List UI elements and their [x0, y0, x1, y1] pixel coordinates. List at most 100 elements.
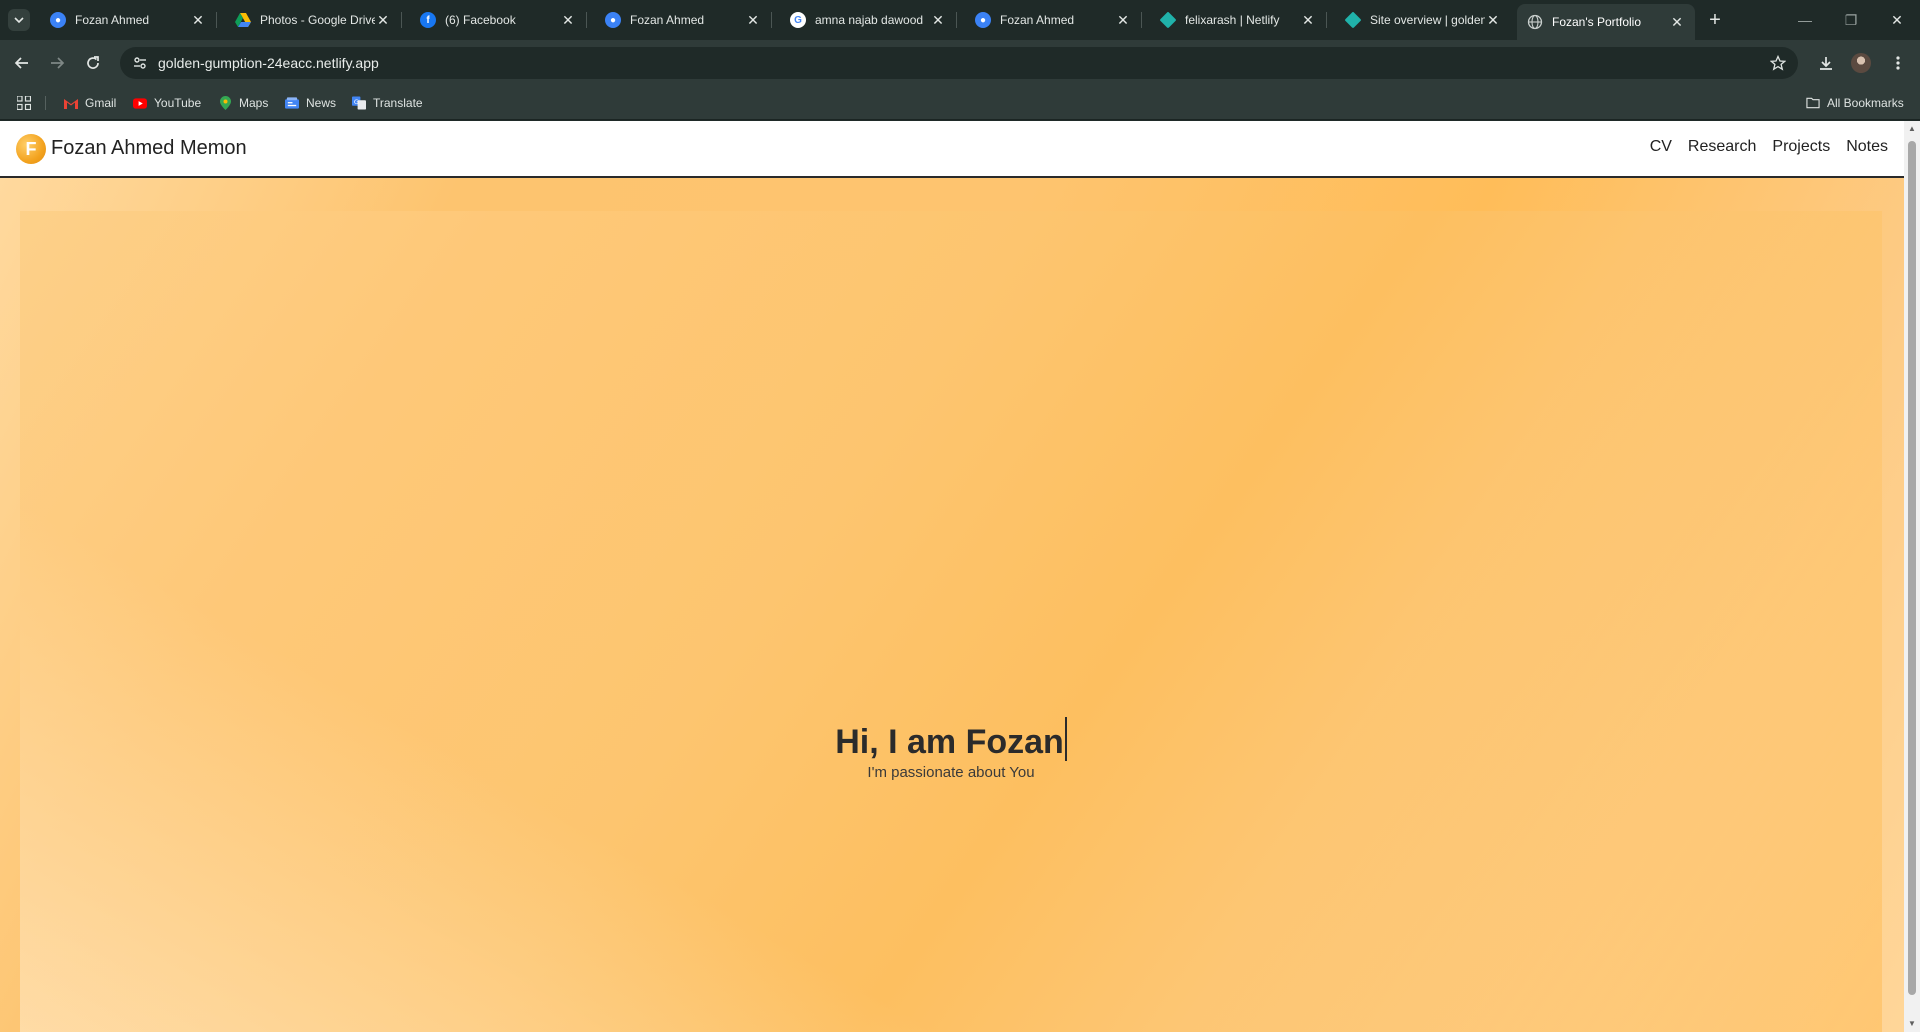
tab-title: Fozan Ahmed [75, 13, 150, 27]
tab[interactable]: Photos - Google Drive ✕ [225, 6, 402, 34]
tab-strip: ● Fozan Ahmed ✕ Photos - Google Drive ✕ … [0, 0, 1920, 40]
tab-active[interactable]: Fozan's Portfolio ✕ [1517, 4, 1695, 40]
close-icon[interactable]: ✕ [375, 12, 391, 28]
nav-link-cv[interactable]: CV [1650, 138, 1672, 156]
close-icon: ✕ [1891, 11, 1903, 28]
tab-title: Photos - Google Drive [260, 13, 375, 27]
translate-icon: G [352, 96, 366, 110]
tab-separator [1326, 12, 1327, 28]
close-icon[interactable]: ✕ [190, 12, 206, 28]
arrow-left-icon [14, 57, 28, 69]
bookmark-label: News [306, 96, 337, 110]
site-name[interactable]: Fozan Ahmed Memon [51, 137, 247, 160]
news-icon [285, 96, 299, 110]
tab-separator [401, 12, 402, 28]
close-icon[interactable]: ✕ [560, 12, 576, 28]
close-icon[interactable]: ✕ [1485, 12, 1501, 28]
minimize-button[interactable]: — [1782, 0, 1828, 40]
profile-icon: ● [605, 12, 621, 28]
back-button[interactable] [10, 51, 34, 75]
tab[interactable]: f (6) Facebook ✕ [410, 6, 587, 34]
new-tab-button[interactable]: + [1704, 9, 1726, 31]
close-icon[interactable]: ✕ [745, 12, 761, 28]
all-bookmarks-button[interactable]: All Bookmarks [1806, 94, 1904, 112]
url-text[interactable]: golden-gumption-24eacc.netlify.app [158, 55, 379, 71]
downloads-button[interactable] [1814, 51, 1838, 75]
tab[interactable]: Site overview | golden ✕ [1335, 6, 1511, 34]
tab-separator [1141, 12, 1142, 28]
tab[interactable]: ● Fozan Ahmed ✕ [595, 6, 772, 34]
arrow-right-icon [51, 57, 65, 69]
logo-letter: F [25, 138, 37, 159]
tab-title: amna najab dawood [815, 13, 924, 27]
bookmark-translate[interactable]: G Translate [352, 94, 423, 112]
hero-section: Hi, I am Fozan I'm passionate about You [20, 211, 1882, 1032]
scroll-up-icon[interactable]: ▲ [1907, 124, 1917, 134]
tab[interactable]: G amna najab dawood ✕ [780, 6, 957, 34]
svg-text:G: G [354, 98, 359, 106]
bookmarks-separator [45, 96, 46, 110]
tab-separator [216, 12, 217, 28]
avatar [1851, 53, 1871, 73]
more-vertical-icon [1896, 56, 1900, 70]
hero-title: Hi, I am Fozan [20, 717, 1882, 762]
all-bookmarks-label: All Bookmarks [1827, 96, 1904, 110]
bookmark-label: Maps [239, 96, 269, 110]
hero-title-text: Hi, I am Fozan [835, 723, 1064, 761]
scroll-down-icon[interactable]: ▼ [1907, 1019, 1917, 1029]
tab-separator [586, 12, 587, 28]
close-icon[interactable]: ✕ [1669, 14, 1685, 30]
folder-icon [1806, 96, 1820, 110]
site-header: F Fozan Ahmed Memon CV Research Projects… [0, 121, 1904, 178]
profile-button[interactable] [1849, 51, 1873, 75]
scrollbar-thumb[interactable] [1908, 141, 1916, 995]
reload-button[interactable] [81, 51, 105, 75]
tab-title: Site overview | golden [1370, 13, 1485, 27]
maps-icon [218, 96, 232, 110]
tab-search-button[interactable] [8, 9, 30, 31]
tab-title: Fozan's Portfolio [1552, 15, 1641, 29]
page-viewport: F Fozan Ahmed Memon CV Research Projects… [0, 121, 1904, 1032]
bookmark-label: Gmail [85, 96, 117, 110]
bookmark-maps[interactable]: Maps [218, 94, 268, 112]
menu-button[interactable] [1886, 51, 1910, 75]
profile-icon: ● [50, 12, 66, 28]
tab-separator [956, 12, 957, 28]
bookmark-star-icon[interactable] [1768, 53, 1788, 73]
browser-toolbar: golden-gumption-24eacc.netlify.app [0, 40, 1920, 86]
tab[interactable]: felixarash | Netlify ✕ [1150, 6, 1327, 34]
nav-link-projects[interactable]: Projects [1772, 138, 1830, 156]
tab-title: (6) Facebook [445, 13, 516, 27]
restore-button[interactable]: ❐ [1828, 0, 1874, 40]
nav-link-notes[interactable]: Notes [1846, 138, 1888, 156]
forward-button[interactable] [45, 51, 69, 75]
close-window-button[interactable]: ✕ [1874, 0, 1920, 40]
netlify-icon [1344, 11, 1362, 29]
google-drive-icon [235, 12, 251, 28]
chevron-down-icon [14, 17, 24, 24]
close-icon[interactable]: ✕ [1115, 12, 1131, 28]
tab[interactable]: ● Fozan Ahmed ✕ [40, 6, 217, 34]
tab-title: felixarash | Netlify [1185, 13, 1280, 27]
bookmark-news[interactable]: News [285, 94, 336, 112]
tab[interactable]: ● Fozan Ahmed ✕ [965, 6, 1142, 34]
facebook-icon: f [420, 12, 436, 28]
close-icon[interactable]: ✕ [1300, 12, 1316, 28]
google-icon: G [790, 12, 806, 28]
reload-icon [87, 56, 99, 69]
globe-icon [1527, 14, 1543, 30]
apps-grid-icon [17, 96, 31, 110]
text-caret [1064, 717, 1067, 761]
nav-link-research[interactable]: Research [1688, 138, 1756, 156]
scrollbar[interactable]: ▲ ▼ [1904, 121, 1920, 1032]
bookmark-youtube[interactable]: YouTube [133, 94, 201, 112]
site-logo[interactable]: F [16, 134, 46, 164]
youtube-icon [133, 96, 147, 110]
site-info-icon[interactable] [128, 51, 152, 75]
bookmark-gmail[interactable]: Gmail [64, 94, 116, 112]
tab-separator [771, 12, 772, 28]
download-icon [1820, 57, 1832, 70]
address-bar[interactable]: golden-gumption-24eacc.netlify.app [120, 47, 1798, 79]
apps-button[interactable] [17, 94, 31, 112]
close-icon[interactable]: ✕ [930, 12, 946, 28]
